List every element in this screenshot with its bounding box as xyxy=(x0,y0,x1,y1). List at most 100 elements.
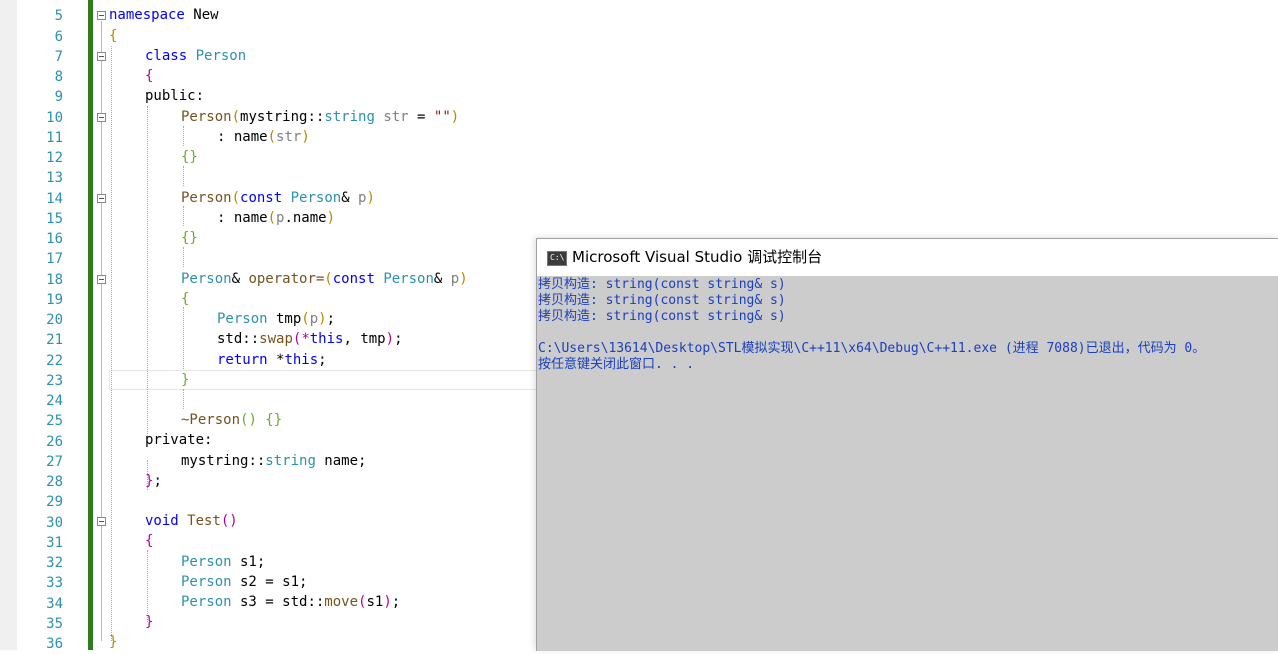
token: s2 = s1; xyxy=(231,574,308,590)
token: ( xyxy=(231,190,241,206)
code-line-8: { xyxy=(145,66,153,86)
line-number: 26 xyxy=(46,434,63,450)
fold-toggle-icon[interactable] xyxy=(97,52,106,61)
console-line: 拷贝构造: string(const string& s) xyxy=(538,293,786,308)
code-line-6: { xyxy=(109,26,117,46)
line-number: 25 xyxy=(46,413,63,429)
fold-toggle-icon[interactable] xyxy=(97,11,106,20)
token: str xyxy=(374,109,409,125)
line-number: 11 xyxy=(46,130,63,146)
line-number: 16 xyxy=(46,231,63,247)
token: * xyxy=(267,352,285,368)
token: {} xyxy=(181,149,198,165)
debug-console-window[interactable]: C:\ Microsoft Visual Studio 调试控制台 拷贝构造: … xyxy=(536,238,1278,651)
token: } xyxy=(145,614,154,630)
token: & xyxy=(231,271,249,287)
token: : name xyxy=(217,210,268,226)
fold-toggle-icon[interactable] xyxy=(97,194,106,203)
code-line-33: Person s2 = s1; xyxy=(181,572,307,592)
console-icon-text: C:\ xyxy=(550,253,565,262)
token: :: xyxy=(242,331,260,347)
token: } xyxy=(181,372,190,388)
token: ; xyxy=(326,311,336,327)
token: :: xyxy=(307,594,325,610)
token: {} xyxy=(181,230,198,246)
code-line-35: } xyxy=(145,612,153,632)
line-number: 27 xyxy=(46,454,63,470)
token: ( xyxy=(231,109,241,125)
code-line-11: : name(str) xyxy=(217,127,310,147)
code-line-10: Person(mystring::string str = "") xyxy=(181,107,459,127)
line-number: 17 xyxy=(46,251,63,267)
code-line-15: : name(p.name) xyxy=(217,208,335,228)
line-number: 15 xyxy=(46,211,63,227)
indent-guide xyxy=(183,126,184,146)
code-line-14: Person(const Person& p) xyxy=(181,188,375,208)
fold-toggle-icon[interactable] xyxy=(97,517,106,526)
token: swap xyxy=(259,331,293,347)
token: * xyxy=(301,331,310,347)
line-number: 5 xyxy=(54,8,63,24)
token: namespace xyxy=(109,7,185,23)
token: :: xyxy=(307,109,325,125)
token: { xyxy=(109,28,118,44)
code-line-16: {} xyxy=(181,228,198,248)
indent-guide xyxy=(183,247,184,267)
code-line-28: }; xyxy=(145,471,162,491)
line-number: 36 xyxy=(46,636,63,652)
console-output[interactable]: 拷贝构造: string(const string& s) 拷贝构造: stri… xyxy=(537,276,1278,651)
code-line-36: } xyxy=(109,632,117,652)
token: string xyxy=(324,109,375,125)
token: const xyxy=(240,190,283,206)
token: Person xyxy=(374,271,434,287)
fold-toggle-icon[interactable] xyxy=(97,275,106,284)
line-number: 34 xyxy=(46,596,63,612)
token: tmp xyxy=(360,331,386,347)
token: Person xyxy=(181,554,232,570)
token: const xyxy=(332,271,375,287)
indent-guide xyxy=(111,46,112,641)
line-number: 23 xyxy=(46,373,63,389)
code-line-27: mystring::string name; xyxy=(181,451,366,471)
token: std xyxy=(217,331,243,347)
console-line: 拷贝构造: string(const string& s) xyxy=(538,277,786,292)
line-number: 13 xyxy=(46,170,63,186)
token: return xyxy=(217,352,268,368)
token: ) xyxy=(450,109,460,125)
line-number: 22 xyxy=(46,353,63,369)
fold-toggle-icon[interactable] xyxy=(97,113,106,122)
line-number: 10 xyxy=(46,110,63,126)
token: ) xyxy=(326,210,336,226)
token: { xyxy=(145,533,154,549)
line-number: 29 xyxy=(46,494,63,510)
code-line-23: } xyxy=(181,370,189,390)
indent-guide xyxy=(183,166,184,186)
token: .name xyxy=(284,210,327,226)
code-line-30: void Test() xyxy=(145,511,238,531)
token: } xyxy=(109,634,118,650)
code-line-22: return *this; xyxy=(217,350,327,370)
line-number: 35 xyxy=(46,616,63,632)
console-line: C:\Users\13614\Desktop\STL模拟实现\C++11\x64… xyxy=(538,341,1206,356)
line-number: 8 xyxy=(54,69,63,85)
token: ; xyxy=(391,594,401,610)
code-line-5: namespace New xyxy=(109,5,219,25)
token: Test xyxy=(178,513,221,529)
line-number: 24 xyxy=(46,393,63,409)
token: ) xyxy=(366,190,375,206)
token: operator= xyxy=(248,271,325,287)
token: & xyxy=(433,271,451,287)
token: move xyxy=(324,594,359,610)
console-title-bar[interactable]: C:\ Microsoft Visual Studio 调试控制台 xyxy=(537,239,1278,276)
token: Person xyxy=(181,594,232,610)
token: ) xyxy=(383,594,392,610)
token: mystring xyxy=(181,453,249,469)
token: class xyxy=(145,48,188,64)
indent-guide xyxy=(183,307,184,369)
token: ( xyxy=(267,129,277,145)
console-title: Microsoft Visual Studio 调试控制台 xyxy=(572,248,823,266)
token: ; xyxy=(153,473,162,489)
token: this xyxy=(309,331,344,347)
token: Person xyxy=(181,190,232,206)
token: :: xyxy=(248,453,266,469)
